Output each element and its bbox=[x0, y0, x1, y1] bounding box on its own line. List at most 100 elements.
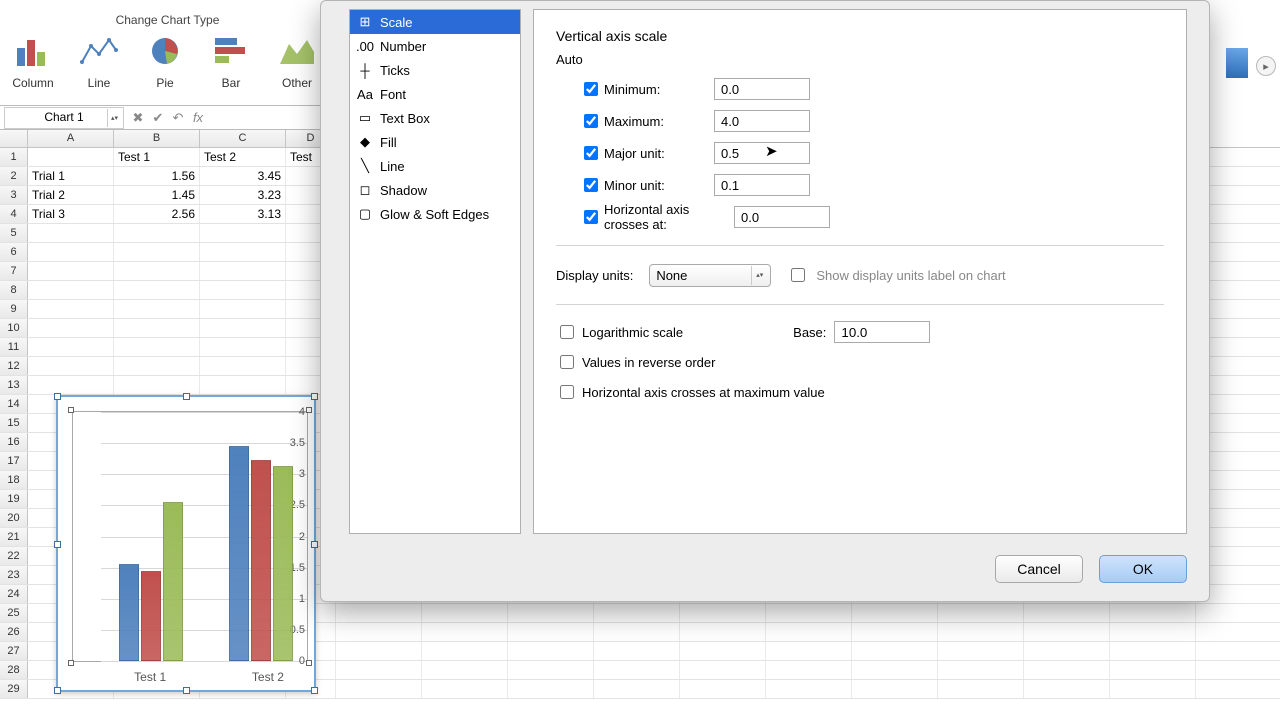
cell[interactable]: Trial 2 bbox=[28, 186, 114, 204]
cell[interactable]: 3.13 bbox=[200, 205, 286, 223]
row-header[interactable]: 13 bbox=[0, 376, 28, 394]
cell[interactable] bbox=[28, 224, 114, 242]
cell[interactable] bbox=[938, 642, 1024, 660]
cell[interactable] bbox=[200, 357, 286, 375]
cell[interactable] bbox=[508, 680, 594, 698]
cell[interactable] bbox=[1110, 661, 1196, 679]
cell[interactable] bbox=[938, 604, 1024, 622]
cell[interactable] bbox=[1024, 604, 1110, 622]
cancel-button[interactable]: Cancel bbox=[995, 555, 1083, 583]
cell[interactable] bbox=[680, 680, 766, 698]
cell[interactable] bbox=[200, 338, 286, 356]
cell[interactable] bbox=[852, 623, 938, 641]
cell[interactable] bbox=[1110, 623, 1196, 641]
ribbon-pie-button[interactable]: Pie bbox=[132, 30, 198, 90]
cell[interactable] bbox=[766, 642, 852, 660]
cell[interactable]: 3.45 bbox=[200, 167, 286, 185]
cell[interactable] bbox=[852, 604, 938, 622]
embedded-chart[interactable]: 43.532.521.510.50 Test 1 Test 2 bbox=[56, 395, 316, 692]
cell[interactable] bbox=[28, 300, 114, 318]
row-header[interactable]: 26 bbox=[0, 623, 28, 641]
cell[interactable] bbox=[114, 300, 200, 318]
cell[interactable] bbox=[114, 224, 200, 242]
row-header[interactable]: 11 bbox=[0, 338, 28, 356]
plot-area[interactable]: 43.532.521.510.50 bbox=[72, 411, 308, 662]
bar[interactable] bbox=[273, 466, 293, 661]
row-header[interactable]: 16 bbox=[0, 433, 28, 451]
cell[interactable]: 1.56 bbox=[114, 167, 200, 185]
cell[interactable] bbox=[594, 642, 680, 660]
row-header[interactable]: 1 bbox=[0, 148, 28, 166]
row-header[interactable]: 6 bbox=[0, 243, 28, 261]
row-header[interactable]: 29 bbox=[0, 680, 28, 698]
cell[interactable]: Trial 1 bbox=[28, 167, 114, 185]
cell[interactable] bbox=[28, 281, 114, 299]
bar[interactable] bbox=[251, 460, 271, 661]
cell[interactable] bbox=[114, 243, 200, 261]
cell[interactable] bbox=[28, 243, 114, 261]
row-header[interactable]: 21 bbox=[0, 528, 28, 546]
row-header[interactable]: 3 bbox=[0, 186, 28, 204]
minimum-input[interactable] bbox=[714, 78, 810, 100]
resize-handle[interactable] bbox=[311, 687, 318, 694]
cell[interactable] bbox=[938, 680, 1024, 698]
cell[interactable] bbox=[114, 262, 200, 280]
resize-handle[interactable] bbox=[183, 687, 190, 694]
cell[interactable] bbox=[336, 623, 422, 641]
cell[interactable] bbox=[508, 604, 594, 622]
cell[interactable] bbox=[852, 661, 938, 679]
sidebar-item-font[interactable]: AaFont bbox=[350, 82, 520, 106]
ok-button[interactable]: OK bbox=[1099, 555, 1187, 583]
cell[interactable] bbox=[680, 604, 766, 622]
cell[interactable] bbox=[766, 680, 852, 698]
resize-handle[interactable] bbox=[54, 541, 61, 548]
maximum-auto-checkbox[interactable] bbox=[584, 114, 598, 128]
cell[interactable] bbox=[680, 642, 766, 660]
row-header[interactable]: 4 bbox=[0, 205, 28, 223]
cell[interactable] bbox=[1024, 661, 1110, 679]
ribbon-line-button[interactable]: Line bbox=[66, 30, 132, 90]
display-units-select[interactable]: None ▴▾ bbox=[649, 264, 771, 287]
cell[interactable] bbox=[1024, 680, 1110, 698]
sidebar-item-fill[interactable]: ◆Fill bbox=[350, 130, 520, 154]
row-header[interactable]: 15 bbox=[0, 414, 28, 432]
cell[interactable] bbox=[680, 661, 766, 679]
column-header[interactable]: A bbox=[28, 130, 114, 147]
cell[interactable] bbox=[1024, 623, 1110, 641]
cell[interactable]: 2.56 bbox=[114, 205, 200, 223]
cell[interactable] bbox=[200, 319, 286, 337]
row-header[interactable]: 19 bbox=[0, 490, 28, 508]
cell[interactable] bbox=[28, 376, 114, 394]
bar[interactable] bbox=[163, 502, 183, 661]
cell[interactable] bbox=[852, 680, 938, 698]
row-header[interactable]: 20 bbox=[0, 509, 28, 527]
cell[interactable]: 3.23 bbox=[200, 186, 286, 204]
reverse-order-checkbox[interactable] bbox=[560, 355, 574, 369]
cell[interactable] bbox=[766, 604, 852, 622]
cell[interactable] bbox=[938, 661, 1024, 679]
cell[interactable] bbox=[594, 623, 680, 641]
cell[interactable] bbox=[766, 661, 852, 679]
ribbon-bar-button[interactable]: Bar bbox=[198, 30, 264, 90]
cell[interactable] bbox=[680, 623, 766, 641]
cell[interactable] bbox=[114, 338, 200, 356]
cell[interactable] bbox=[594, 680, 680, 698]
cell[interactable] bbox=[766, 623, 852, 641]
cell[interactable] bbox=[200, 262, 286, 280]
row-header[interactable]: 10 bbox=[0, 319, 28, 337]
bar[interactable] bbox=[119, 564, 139, 661]
sidebar-item-number[interactable]: .00Number bbox=[350, 34, 520, 58]
cell[interactable] bbox=[114, 376, 200, 394]
cell[interactable] bbox=[508, 661, 594, 679]
undo-icon[interactable]: ↶ bbox=[168, 108, 188, 128]
resize-handle[interactable] bbox=[311, 393, 318, 400]
sidebar-item-scale[interactable]: ⊞Scale bbox=[350, 10, 520, 34]
cell[interactable] bbox=[422, 604, 508, 622]
cell[interactable] bbox=[114, 357, 200, 375]
log-base-input[interactable] bbox=[834, 321, 930, 343]
cell[interactable] bbox=[200, 281, 286, 299]
cell[interactable] bbox=[1024, 642, 1110, 660]
bar[interactable] bbox=[141, 571, 161, 661]
cell[interactable] bbox=[422, 680, 508, 698]
cell[interactable] bbox=[28, 319, 114, 337]
